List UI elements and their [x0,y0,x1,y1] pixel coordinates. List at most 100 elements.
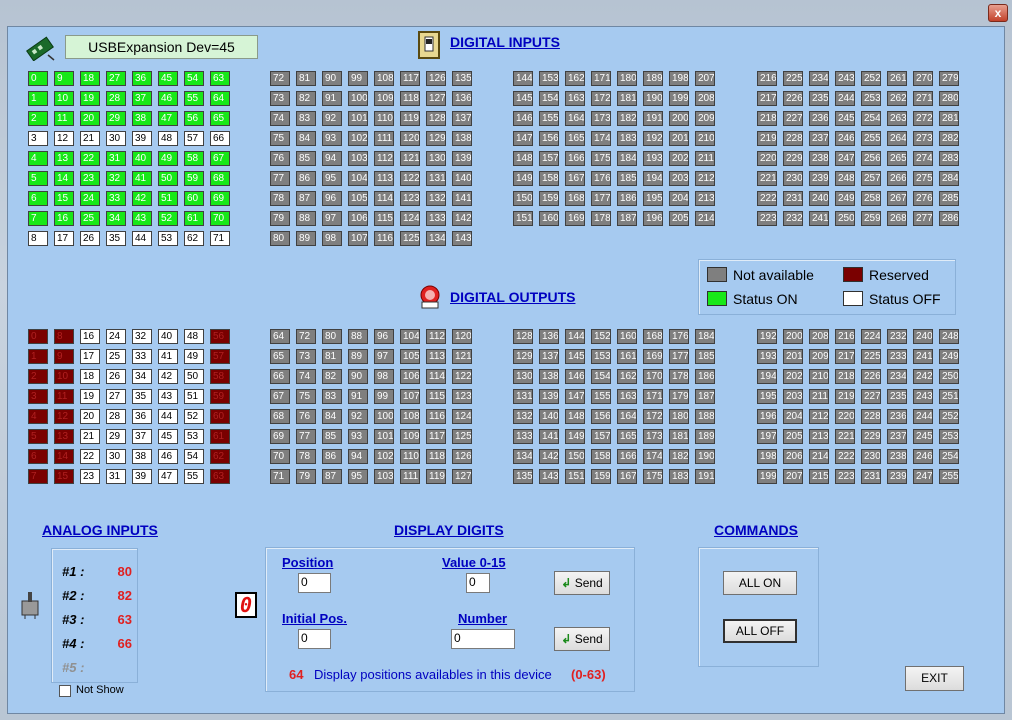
digital-input-cell[interactable]: 28 [106,91,126,106]
digital-input-cell[interactable]: 181 [617,91,637,106]
digital-input-cell[interactable]: 49 [158,151,178,166]
digital-input-cell[interactable]: 200 [669,111,689,126]
digital-output-cell[interactable]: 25 [106,349,126,364]
digital-input-cell[interactable]: 130 [426,151,446,166]
digital-output-cell[interactable]: 28 [106,409,126,424]
digital-input-cell[interactable]: 147 [513,131,533,146]
digital-output-cell[interactable]: 230 [861,449,881,464]
digital-input-cell[interactable]: 280 [939,91,959,106]
digital-input-cell[interactable]: 71 [210,231,230,246]
digital-input-cell[interactable]: 201 [669,131,689,146]
digital-output-cell[interactable]: 54 [184,449,204,464]
digital-input-cell[interactable]: 1 [28,91,48,106]
digital-input-cell[interactable]: 32 [106,171,126,186]
digital-input-cell[interactable]: 92 [322,111,342,126]
digital-input-cell[interactable]: 109 [374,91,394,106]
digital-output-cell[interactable]: 192 [757,329,777,344]
digital-input-cell[interactable]: 137 [452,111,472,126]
digital-output-cell[interactable]: 220 [835,409,855,424]
digital-output-cell[interactable]: 174 [643,449,663,464]
digital-output-cell[interactable]: 14 [54,449,74,464]
digital-input-cell[interactable]: 27 [106,71,126,86]
digital-input-cell[interactable]: 76 [270,151,290,166]
digital-input-cell[interactable]: 36 [132,71,152,86]
digital-output-cell[interactable]: 84 [322,409,342,424]
digital-input-cell[interactable]: 140 [452,171,472,186]
digital-output-cell[interactable]: 63 [210,469,230,484]
digital-input-cell[interactable]: 22 [80,151,100,166]
digital-output-cell[interactable]: 93 [348,429,368,444]
digital-input-cell[interactable]: 136 [452,91,472,106]
digital-output-cell[interactable]: 1 [28,349,48,364]
digital-output-cell[interactable]: 56 [210,329,230,344]
digital-input-cell[interactable]: 221 [757,171,777,186]
digital-input-cell[interactable]: 203 [669,171,689,186]
digital-input-cell[interactable]: 120 [400,131,420,146]
close-button[interactable]: x [988,4,1008,22]
digital-output-cell[interactable]: 118 [426,449,446,464]
digital-input-cell[interactable]: 226 [783,91,803,106]
digital-output-cell[interactable]: 183 [669,469,689,484]
digital-input-cell[interactable]: 174 [591,131,611,146]
digital-input-cell[interactable]: 43 [132,211,152,226]
digital-output-cell[interactable]: 187 [695,389,715,404]
digital-input-cell[interactable]: 228 [783,131,803,146]
digital-input-cell[interactable]: 19 [80,91,100,106]
position-input[interactable]: 0 [298,573,331,593]
digital-input-cell[interactable]: 72 [270,71,290,86]
digital-input-cell[interactable]: 65 [210,111,230,126]
digital-input-cell[interactable]: 8 [28,231,48,246]
digital-output-cell[interactable]: 74 [296,369,316,384]
digital-input-cell[interactable]: 212 [695,171,715,186]
digital-input-cell[interactable]: 234 [809,71,829,86]
digital-input-cell[interactable]: 184 [617,151,637,166]
digital-input-cell[interactable]: 13 [54,151,74,166]
digital-output-cell[interactable]: 5 [28,429,48,444]
digital-input-cell[interactable]: 113 [374,171,394,186]
digital-output-cell[interactable]: 184 [695,329,715,344]
send-number-button[interactable]: ↲ Send [554,627,610,651]
digital-input-cell[interactable]: 185 [617,171,637,186]
digital-input-cell[interactable]: 218 [757,111,777,126]
digital-input-cell[interactable]: 191 [643,111,663,126]
digital-input-cell[interactable]: 150 [513,191,533,206]
digital-input-cell[interactable]: 9 [54,71,74,86]
digital-input-cell[interactable]: 3 [28,131,48,146]
digital-output-cell[interactable]: 3 [28,389,48,404]
digital-output-cell[interactable]: 178 [669,369,689,384]
digital-output-cell[interactable]: 49 [184,349,204,364]
digital-output-cell[interactable]: 17 [80,349,100,364]
digital-output-cell[interactable]: 208 [809,329,829,344]
digital-input-cell[interactable]: 186 [617,191,637,206]
digital-input-cell[interactable]: 183 [617,131,637,146]
digital-input-cell[interactable]: 241 [809,211,829,226]
digital-input-cell[interactable]: 62 [184,231,204,246]
digital-output-cell[interactable]: 62 [210,449,230,464]
digital-output-cell[interactable]: 226 [861,369,881,384]
digital-output-cell[interactable]: 80 [322,329,342,344]
all-off-button[interactable]: ALL OFF [723,619,797,643]
digital-output-cell[interactable]: 209 [809,349,829,364]
digital-input-cell[interactable]: 60 [184,191,204,206]
digital-output-cell[interactable]: 169 [643,349,663,364]
digital-input-cell[interactable]: 38 [132,111,152,126]
digital-input-cell[interactable]: 284 [939,171,959,186]
digital-input-cell[interactable]: 126 [426,71,446,86]
digital-input-cell[interactable]: 159 [539,191,559,206]
digital-output-cell[interactable]: 227 [861,389,881,404]
digital-output-cell[interactable]: 72 [296,329,316,344]
digital-input-cell[interactable]: 23 [80,171,100,186]
digital-output-cell[interactable]: 106 [400,369,420,384]
digital-input-cell[interactable]: 6 [28,191,48,206]
digital-input-cell[interactable]: 259 [861,211,881,226]
digital-input-cell[interactable]: 283 [939,151,959,166]
digital-input-cell[interactable]: 272 [913,111,933,126]
digital-output-cell[interactable]: 100 [374,409,394,424]
digital-input-cell[interactable]: 57 [184,131,204,146]
digital-input-cell[interactable]: 267 [887,191,907,206]
digital-output-cell[interactable]: 173 [643,429,663,444]
digital-input-cell[interactable]: 117 [400,71,420,86]
digital-input-cell[interactable]: 55 [184,91,204,106]
digital-input-cell[interactable]: 121 [400,151,420,166]
digital-output-cell[interactable]: 214 [809,449,829,464]
